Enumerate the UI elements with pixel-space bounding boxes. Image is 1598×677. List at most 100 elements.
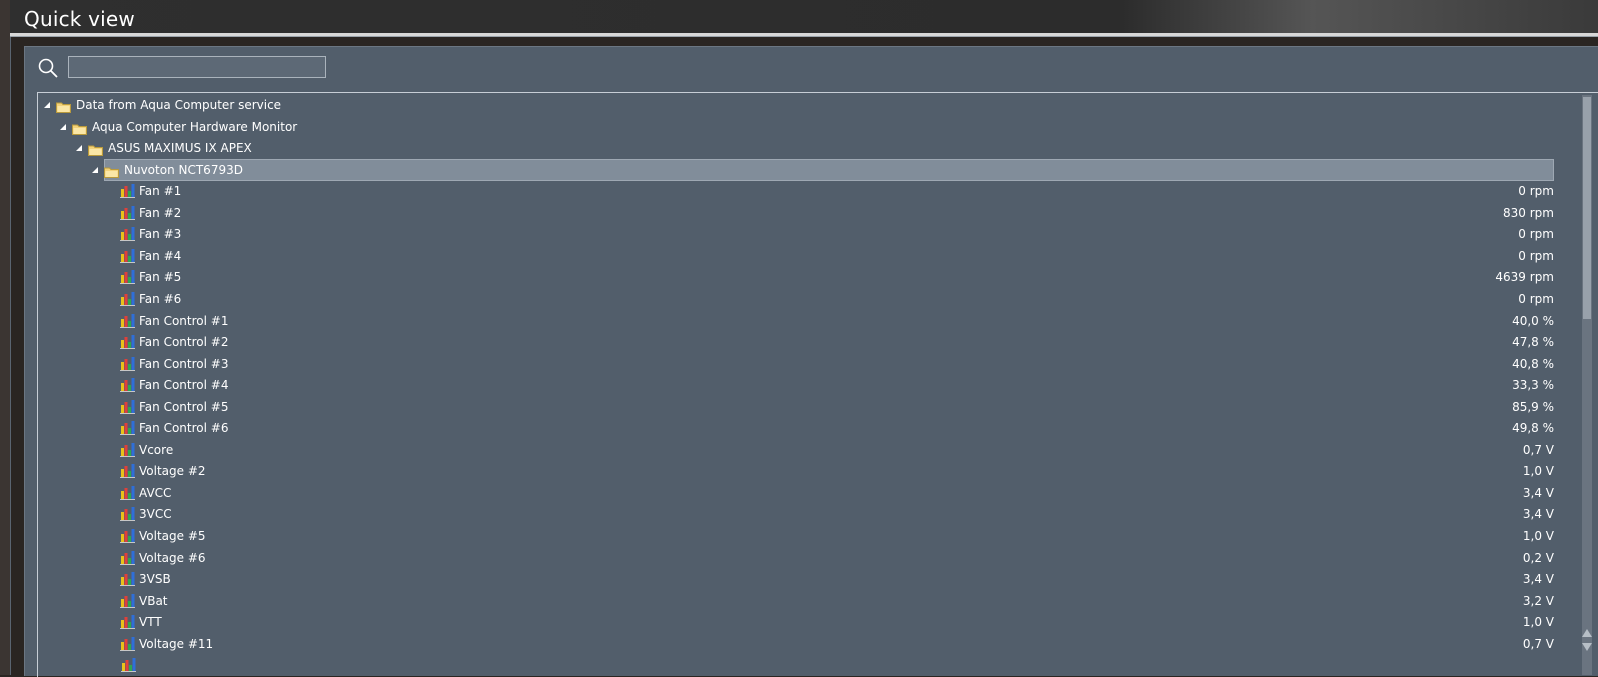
sensor-label: Fan #1 bbox=[139, 184, 182, 199]
search-input[interactable] bbox=[68, 56, 326, 78]
sensor-row[interactable]: Fan Control #4 33,3 % bbox=[38, 374, 1554, 396]
sensor-value: 1,0 V bbox=[1522, 464, 1554, 479]
folder-icon bbox=[104, 163, 119, 178]
sensor-label: 3VCC bbox=[139, 507, 172, 522]
expanded-triangle-icon[interactable] bbox=[76, 145, 82, 152]
sensor-label: VBat bbox=[139, 593, 168, 608]
tree-node[interactable]: Data from Aqua Computer service bbox=[38, 94, 1554, 116]
sensor-row[interactable]: Voltage #5 1,0 V bbox=[38, 525, 1554, 547]
bar-chart-icon bbox=[120, 593, 135, 608]
tree-node-label: ASUS MAXIMUS IX APEX bbox=[108, 141, 252, 156]
sensor-row[interactable]: Fan #5 4639 rpm bbox=[38, 266, 1554, 288]
sensor-row[interactable]: Fan #2 830 rpm bbox=[38, 202, 1554, 224]
sensor-value: 85,9 % bbox=[1512, 399, 1554, 414]
selection-highlight bbox=[104, 158, 1554, 181]
sensor-label: Voltage #2 bbox=[139, 464, 206, 479]
sensor-label: Fan #2 bbox=[139, 205, 182, 220]
sensor-row[interactable]: Fan #6 0 rpm bbox=[38, 288, 1554, 310]
folder-icon bbox=[88, 141, 103, 157]
bar-chart-icon bbox=[120, 442, 135, 457]
sensor-row[interactable]: AVCC 3,4 V bbox=[38, 482, 1554, 504]
sensor-row[interactable]: Voltage #11 0,7 V bbox=[38, 633, 1554, 655]
tree-node[interactable]: ASUS MAXIMUS IX APEX bbox=[38, 137, 1554, 159]
scroll-up-arrow-icon[interactable] bbox=[1582, 629, 1592, 637]
sensor-row[interactable]: VBat 3,2 V bbox=[38, 590, 1554, 612]
sensor-row[interactable]: Fan Control #1 40,0 % bbox=[38, 310, 1554, 332]
folder-icon bbox=[56, 98, 71, 113]
tree-node[interactable]: Nuvoton NCT6793D bbox=[38, 158, 1554, 181]
sensor-value: 3,2 V bbox=[1522, 593, 1554, 608]
scroll-down-arrow-icon[interactable] bbox=[1582, 643, 1592, 651]
bar-chart-icon bbox=[120, 334, 135, 350]
sensor-tree[interactable]: Data from Aqua Computer service Aqua Com… bbox=[37, 92, 1598, 677]
scrollbar[interactable] bbox=[1582, 95, 1592, 675]
sensor-value: 0,2 V bbox=[1522, 550, 1554, 565]
scrollbar-thumb[interactable] bbox=[1583, 97, 1591, 319]
expanded-triangle-icon[interactable] bbox=[44, 102, 50, 108]
bar-chart-icon bbox=[120, 485, 135, 500]
search-icon[interactable] bbox=[37, 57, 59, 79]
bar-chart-icon bbox=[120, 636, 135, 651]
sensor-row[interactable]: Fan Control #5 85,9 % bbox=[38, 396, 1554, 418]
sensor-value: 0 rpm bbox=[1518, 184, 1554, 199]
sensor-row[interactable]: Voltage #6 0,2 V bbox=[38, 547, 1554, 569]
sensor-value: 830 rpm bbox=[1503, 205, 1554, 220]
sensor-value: 1,0 V bbox=[1522, 615, 1554, 630]
bar-chart-icon bbox=[120, 313, 135, 328]
expanded-triangle-icon[interactable] bbox=[92, 166, 98, 173]
sensor-value: 33,3 % bbox=[1512, 378, 1554, 393]
sensor-label: Fan #4 bbox=[139, 248, 182, 263]
sensor-value: 3,4 V bbox=[1522, 507, 1554, 522]
sensor-label: VTT bbox=[139, 615, 162, 630]
bar-chart-icon bbox=[120, 506, 135, 522]
sensor-row[interactable]: VTT 1,0 V bbox=[38, 611, 1554, 633]
tree-node[interactable]: Aqua Computer Hardware Monitor bbox=[38, 116, 1554, 138]
sensor-row[interactable]: Fan #3 0 rpm bbox=[38, 223, 1554, 245]
sensor-value: 0 rpm bbox=[1518, 248, 1554, 263]
sensor-label: Voltage #11 bbox=[139, 636, 214, 651]
sensor-label: Fan Control #3 bbox=[139, 356, 229, 371]
quick-view-panel: Data from Aqua Computer service Aqua Com… bbox=[24, 46, 1598, 677]
sensor-row[interactable]: 3VCC 3,4 V bbox=[38, 503, 1554, 525]
sensor-row[interactable]: Fan Control #3 40,8 % bbox=[38, 353, 1554, 375]
sensor-row[interactable]: Fan #4 0 rpm bbox=[38, 245, 1554, 267]
tree-node-label: Nuvoton NCT6793D bbox=[124, 162, 243, 177]
bar-chart-icon bbox=[120, 183, 135, 199]
sensor-value: 40,0 % bbox=[1512, 313, 1554, 328]
sensor-value: 49,8 % bbox=[1512, 421, 1554, 436]
tree-node-label: Aqua Computer Hardware Monitor bbox=[92, 119, 298, 134]
sensor-label: Fan Control #2 bbox=[139, 335, 229, 350]
sensor-label: Fan Control #4 bbox=[139, 378, 229, 393]
sensor-value: 0 rpm bbox=[1518, 227, 1554, 242]
sensor-label: Voltage #6 bbox=[139, 550, 206, 565]
sensor-value: 47,8 % bbox=[1512, 335, 1554, 350]
sensor-value: 4639 rpm bbox=[1495, 270, 1554, 285]
sensor-label: Fan Control #5 bbox=[139, 399, 229, 414]
bar-chart-icon bbox=[120, 614, 135, 630]
sensor-label: Fan #5 bbox=[139, 270, 182, 285]
bar-chart-icon bbox=[120, 248, 135, 263]
sensor-row[interactable]: 3VSB 3,4 V bbox=[38, 568, 1554, 590]
sensor-row[interactable]: Voltage #2 1,0 V bbox=[38, 460, 1554, 482]
window-title: Quick view bbox=[24, 7, 135, 31]
sensor-label: Fan #6 bbox=[139, 291, 182, 306]
sensor-value: 0,7 V bbox=[1522, 636, 1554, 651]
sensor-row[interactable]: Fan Control #2 47,8 % bbox=[38, 331, 1554, 353]
bar-chart-icon bbox=[121, 657, 136, 673]
bar-chart-icon bbox=[120, 571, 135, 587]
bar-chart-icon bbox=[120, 463, 135, 479]
bar-chart-icon bbox=[120, 377, 135, 393]
bar-chart-icon bbox=[120, 420, 135, 436]
sensor-label: Fan Control #6 bbox=[139, 421, 229, 436]
bar-chart-icon bbox=[120, 269, 135, 285]
bar-chart-icon bbox=[120, 356, 135, 371]
sensor-row[interactable]: Fan #1 0 rpm bbox=[38, 180, 1554, 202]
expanded-triangle-icon[interactable] bbox=[60, 123, 66, 130]
sensor-row[interactable]: Vcore 0,7 V bbox=[38, 439, 1554, 461]
partial-sensor-row bbox=[39, 654, 1555, 674]
sensor-label: Vcore bbox=[139, 442, 174, 457]
sensor-value: 0,7 V bbox=[1522, 442, 1554, 457]
tree-node-label: Data from Aqua Computer service bbox=[76, 98, 282, 112]
sensor-row[interactable]: Fan Control #6 49,8 % bbox=[38, 417, 1554, 439]
bar-chart-icon bbox=[120, 550, 135, 565]
